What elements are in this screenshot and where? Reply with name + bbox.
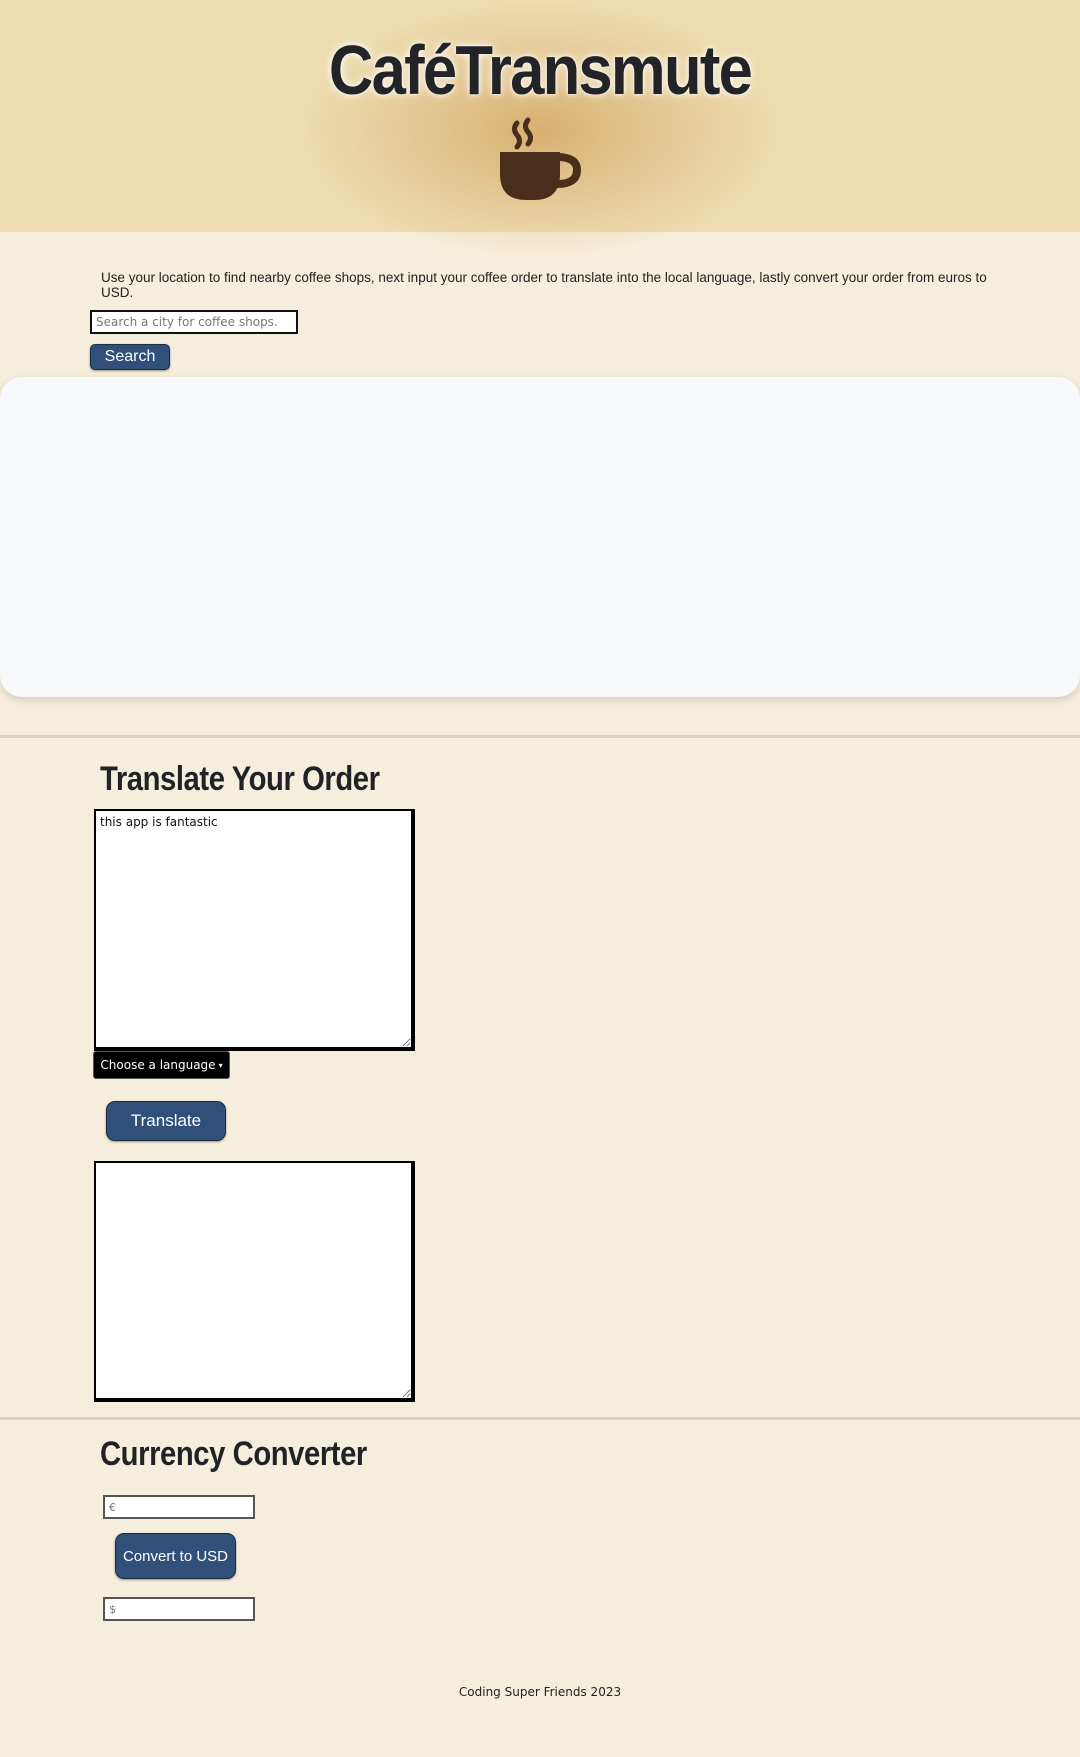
city-search-input[interactable]	[90, 310, 298, 334]
intro-text: Use your location to find nearby coffee …	[101, 270, 987, 300]
language-dropdown[interactable]: Choose a language ▾	[93, 1051, 230, 1079]
results-panel[interactable]	[0, 377, 1080, 697]
order-input-textarea[interactable]	[94, 809, 415, 1051]
currency-section-title: Currency Converter	[100, 1435, 367, 1473]
footer-text: Coding Super Friends 2023	[458, 1685, 622, 1699]
usd-amount-input[interactable]	[103, 1597, 255, 1621]
coffee-cup-icon	[500, 117, 582, 200]
section-divider	[0, 1417, 1080, 1420]
convert-to-usd-button[interactable]: Convert to USD	[115, 1533, 236, 1579]
translate-section-title: Translate Your Order	[100, 760, 380, 798]
caret-down-icon: ▾	[218, 1060, 223, 1070]
language-dropdown-label: Choose a language	[100, 1058, 216, 1072]
euro-amount-input[interactable]	[103, 1495, 255, 1519]
app-title: CaféTransmute	[328, 31, 753, 109]
translation-output-textarea[interactable]	[94, 1161, 415, 1402]
section-divider	[0, 735, 1080, 738]
search-button[interactable]: Search	[90, 344, 170, 370]
translate-button[interactable]: Translate	[106, 1101, 226, 1141]
header: CaféTransmute	[0, 0, 1080, 260]
